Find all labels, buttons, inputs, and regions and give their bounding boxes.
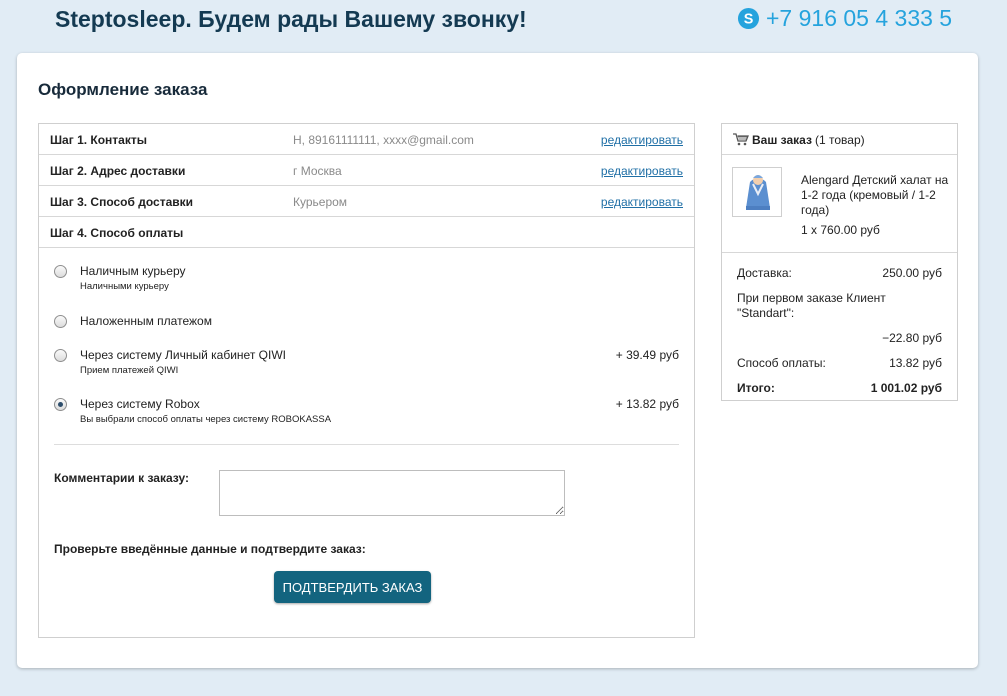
summary-label: При первом заказе Клиент "Standart": [737,291,886,320]
step-contacts: Шаг 1. Контакты Н, 89161111111, xxxx@gma… [39,124,694,155]
site-header: Steptosleep. Будем рады Вашему звонку! S… [0,0,1007,44]
comment-label: Комментарии к заказу: [54,471,189,485]
step-label: Шаг 1. Контакты [50,133,147,147]
summary-value: −22.80 руб [882,331,942,345]
product-name[interactable]: Alengard Детский халат на 1-2 года (крем… [801,173,949,218]
step-payment: Шаг 4. Способ оплаты [39,217,694,248]
order-summary-title: Ваш заказ [752,133,812,147]
payment-name[interactable]: Через систему Личный кабинет QIWI [80,348,286,362]
summary-value: 13.82 руб [889,356,942,370]
cart-item: Alengard Детский халат на 1-2 года (крем… [722,155,957,253]
payment-price: + 13.82 руб [615,397,679,411]
phone-number[interactable]: +7 916 05 4 333 5 [766,5,952,32]
comment-textarea[interactable] [219,470,565,516]
page-title: Оформление заказа [38,80,208,99]
payment-radio-courier-cash[interactable] [54,265,67,278]
confirm-order-button[interactable]: ПОДТВЕРДИТЬ ЗАКАЗ [274,571,431,603]
step-label: Шаг 3. Способ доставки [50,195,194,209]
svg-text:S: S [744,11,754,27]
order-summary: Ваш заказ (1 товар) Alengard Детский хал… [721,123,958,401]
cart-icon [733,133,749,146]
order-item-count: (1 товар) [815,133,865,147]
payment-radio-qiwi[interactable] [54,349,67,362]
order-summary-header: Ваш заказ (1 товар) [722,124,957,155]
payment-price: + 39.49 руб [615,348,679,362]
summary-value: 250.00 руб [882,266,942,280]
payment-name[interactable]: Наложенным платежом [80,314,212,328]
payment-options: Наличным курьеру Наличными курьеру Налож… [39,248,694,444]
payment-desc: Прием платежей QIWI [80,365,179,376]
step-value: г Москва [293,164,342,178]
checkout-steps: Шаг 1. Контакты Н, 89161111111, xxxx@gma… [38,123,695,638]
step-address: Шаг 2. Адрес доставки г Москва редактиро… [39,155,694,186]
edit-address-link[interactable]: редактировать [601,164,683,178]
edit-delivery-link[interactable]: редактировать [601,195,683,209]
product-qty-price: 1 x 760.00 руб [801,223,880,237]
payment-radio-robox[interactable] [54,398,67,411]
payment-name[interactable]: Через систему Robox [80,397,200,411]
payment-desc: Вы выбрали способ оплаты через систему R… [80,414,332,425]
confirm-hint: Проверьте введённые данные и подтвердите… [54,542,366,556]
edit-contacts-link[interactable]: редактировать [601,133,683,147]
summary-label: Доставка: [737,266,792,280]
order-panel: Оформление заказа Шаг 1. Контакты Н, 891… [17,53,978,668]
skype-icon: S [737,7,760,30]
summary-label: Итого: [737,381,775,395]
step-delivery: Шаг 3. Способ доставки Курьером редактир… [39,186,694,217]
step-value: Н, 89161111111, xxxx@gmail.com [293,133,474,147]
phone-contact[interactable]: S +7 916 05 4 333 5 [737,5,952,32]
product-thumbnail[interactable] [732,167,782,217]
payment-desc: Наличными курьеру [80,281,169,292]
site-title: Steptosleep. Будем рады Вашему звонку! [55,6,527,32]
summary-label: Способ оплаты: [737,356,826,370]
step-label: Шаг 4. Способ оплаты [50,226,184,240]
step-value: Курьером [293,195,348,209]
step-label: Шаг 2. Адрес доставки [50,164,186,178]
payment-radio-cod[interactable] [54,315,67,328]
divider [54,444,679,445]
summary-value: 1 001.02 руб [870,381,942,395]
product-image [733,168,781,216]
payment-name[interactable]: Наличным курьеру [80,264,186,278]
